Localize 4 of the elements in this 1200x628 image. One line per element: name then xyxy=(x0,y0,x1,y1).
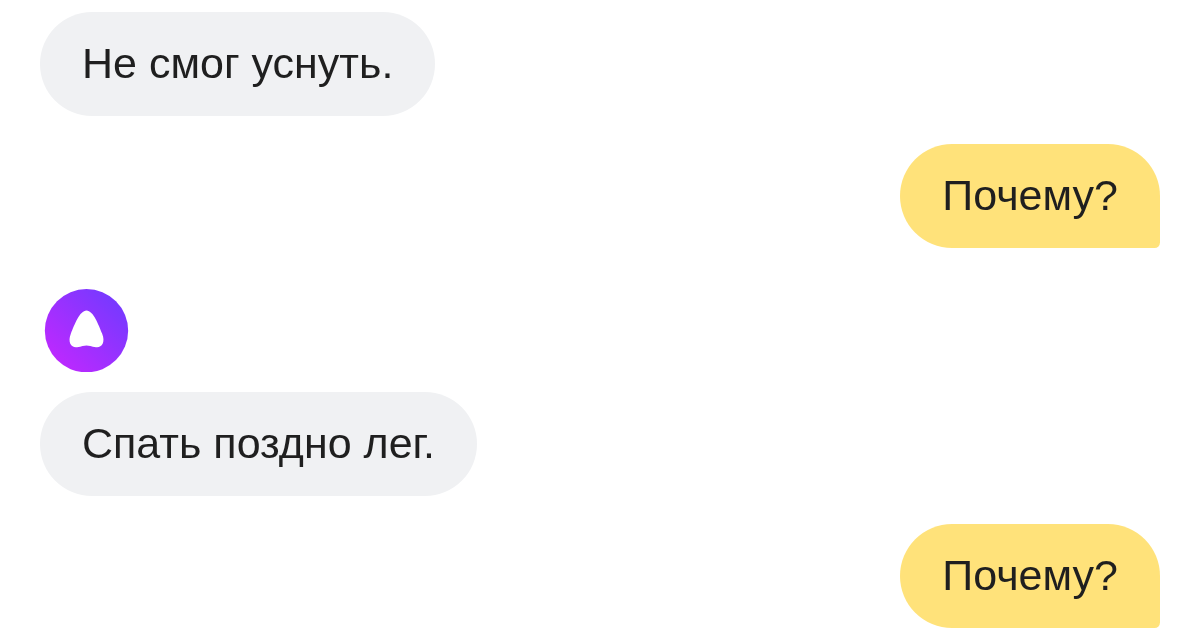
message-bubble: Не смог уснуть. xyxy=(40,12,436,116)
message-bubble: Спать поздно лег. xyxy=(40,392,477,497)
message-bubble: Почему? xyxy=(900,524,1160,628)
message-bubble: Почему? xyxy=(900,143,1160,248)
